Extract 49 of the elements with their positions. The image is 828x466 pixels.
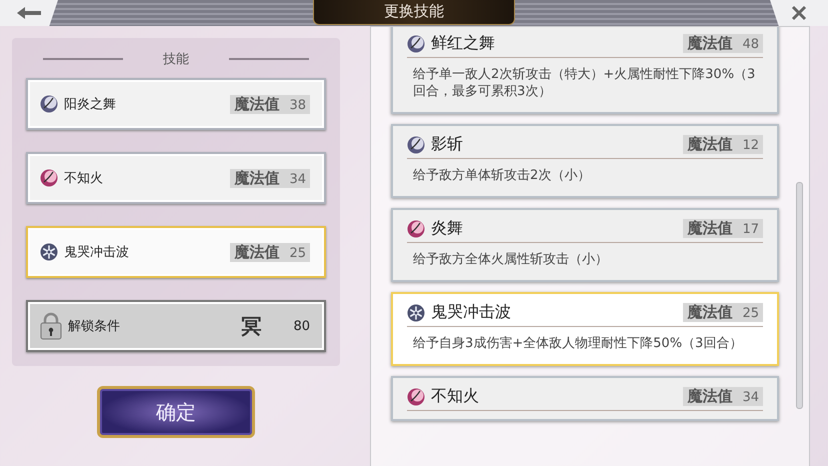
orb-icon	[407, 136, 425, 154]
skill-description: 给予单一敌人2次斩攻击（特大）+火属性耐性下降30%（3回合，最多可累积3次）	[412, 66, 756, 101]
mp-cost-tag: 魔法值 12	[683, 135, 763, 154]
close-icon	[791, 5, 807, 21]
skill-card[interactable]: 不知火 魔法值 34	[391, 376, 779, 421]
back-button[interactable]	[0, 0, 58, 26]
skill-name: 炎舞	[431, 218, 464, 239]
skill-slot[interactable]: 不知火 魔法值 34	[26, 152, 326, 204]
panel-heading: 技能	[163, 51, 189, 68]
skill-card[interactable]: 鲜红之舞 魔法值 48 给予单一敌人2次斩攻击（特大）+火属性耐性下降30%（3回合，最多可累积3次）	[391, 27, 779, 114]
close-button[interactable]	[770, 0, 828, 26]
snowflake-icon	[40, 243, 58, 261]
orb-icon	[40, 169, 58, 187]
skill-card[interactable]: 鬼哭冲击波 魔法值 25 给予自身3成伤害+全体敌人物理耐性下降50%（3回合）	[391, 292, 779, 366]
snowflake-icon	[407, 304, 425, 322]
skill-card[interactable]: 炎舞 魔法值 17 给予敌方全体火属性斩攻击（小）	[391, 208, 779, 282]
locked-skill-slot[interactable]: 解锁条件 冥 80	[26, 300, 326, 352]
mp-cost-tag: 魔法值 17	[683, 219, 763, 238]
orb-icon	[407, 388, 425, 406]
orb-icon	[407, 34, 425, 52]
skill-name: 鬼哭冲击波	[64, 244, 130, 261]
padlock-icon	[40, 312, 62, 340]
skill-description: 给予自身3成伤害+全体敌人物理耐性下降50%（3回合）	[412, 335, 744, 353]
requirement-glyph: 冥	[241, 312, 262, 340]
orb-icon	[407, 220, 425, 238]
confirm-button[interactable]: 确定	[97, 386, 255, 438]
mp-cost-tag: 魔法值 25	[683, 303, 763, 322]
skill-slot[interactable]: 阳炎之舞 魔法值 38	[26, 78, 326, 130]
skill-name: 鬼哭冲击波	[431, 302, 512, 323]
skill-name: 阳炎之舞	[64, 96, 117, 113]
skill-slot[interactable]: 鬼哭冲击波 魔法值 25	[26, 226, 326, 278]
mp-cost-tag: 魔法值 34	[683, 387, 763, 406]
skill-card[interactable]: 影斩 魔法值 12 给予敌方单体斩攻击2次（小）	[391, 124, 779, 198]
mp-cost-tag: 魔法值 48	[683, 34, 763, 53]
mp-cost-tag: 魔法值 25	[230, 242, 310, 262]
mp-cost-tag: 魔法值 34	[230, 168, 310, 188]
back-arrow-icon	[16, 6, 42, 20]
skill-name: 鲜红之舞	[431, 33, 496, 54]
skill-description: 给予敌方全体火属性斩攻击（小）	[412, 251, 609, 269]
skill-name: 不知火	[64, 170, 104, 187]
unlock-condition-label: 解锁条件	[68, 318, 121, 335]
mp-cost-tag: 魔法值 38	[230, 94, 310, 114]
requirement-value: 80	[293, 318, 310, 334]
orb-icon	[40, 95, 58, 113]
scrollbar[interactable]	[796, 182, 803, 409]
skill-description: 给予敌方单体斩攻击2次（小）	[412, 167, 592, 185]
screen-title: 更换技能	[313, 0, 515, 25]
skill-name: 不知火	[431, 386, 480, 407]
skill-name: 影斩	[431, 134, 464, 155]
